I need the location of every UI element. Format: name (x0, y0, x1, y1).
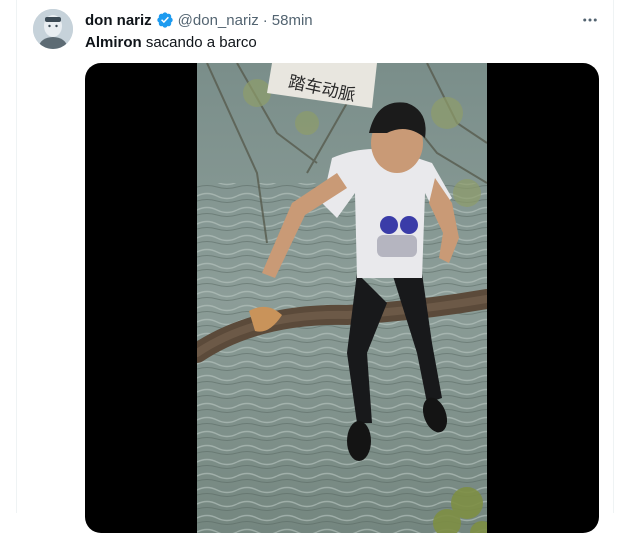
author-handle[interactable]: @don_nariz (178, 12, 259, 29)
tweet-text: Almiron sacando a barco (85, 33, 257, 53)
tweet-header: don nariz @don_nariz · 58min (85, 10, 313, 30)
more-options-icon[interactable] (578, 8, 602, 32)
timeline-border-right (613, 0, 614, 513)
tweet-text-bold: Almiron (85, 34, 142, 51)
author-name[interactable]: don nariz (85, 12, 152, 29)
timeline-border-left (16, 0, 17, 513)
tweet-video[interactable]: 踏车动脈 (85, 63, 599, 533)
tweet-text-rest: sacando a barco (141, 34, 257, 51)
verified-badge-icon (156, 11, 174, 29)
avatar[interactable] (33, 9, 73, 49)
video-scene: 踏车动脈 (197, 63, 487, 533)
video-frame: 踏车动脈 (197, 63, 487, 533)
separator-dot: · (262, 11, 268, 29)
timestamp[interactable]: 58min (272, 12, 313, 29)
